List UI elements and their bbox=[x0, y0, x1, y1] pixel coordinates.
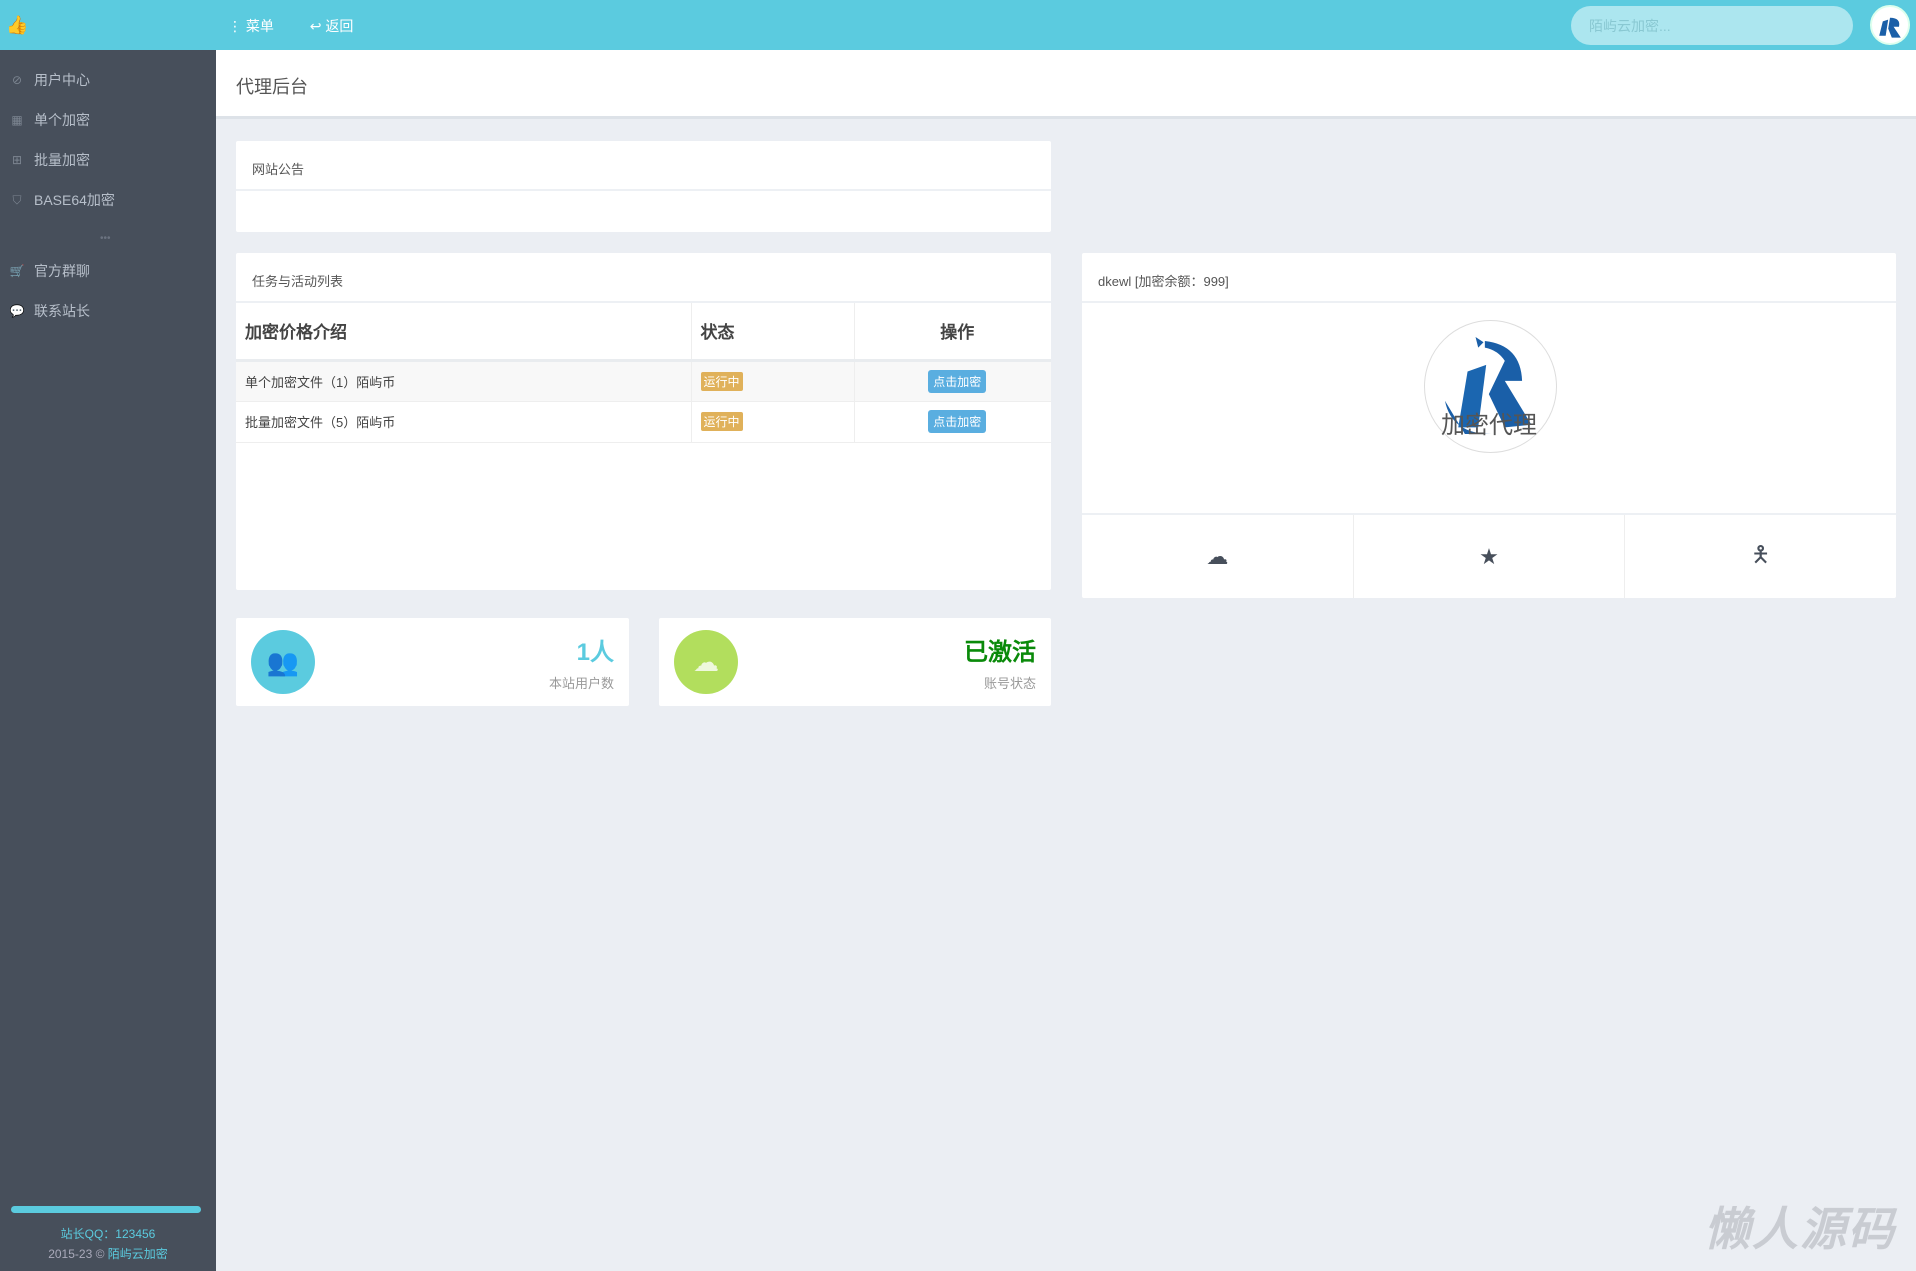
compass-icon: ⊘ bbox=[11, 73, 23, 87]
chat-icon: 💬 bbox=[9, 304, 25, 318]
thumbs-up-icon[interactable]: 👍 bbox=[6, 15, 28, 36]
column-header: 状态 bbox=[691, 303, 855, 362]
sidebar-item-label: 用户中心 bbox=[34, 72, 90, 88]
sidebar-item-base64[interactable]: ⛉ BASE64加密 bbox=[0, 182, 216, 218]
menu-label: 菜单 bbox=[245, 18, 274, 34]
price-table: 加密价格介绍 状态 操作 单个加密文件（1）陌屿币 运行中 点击加密 批量加密文… bbox=[236, 303, 1051, 443]
table-row: 单个加密文件（1）陌屿币 运行中 点击加密 bbox=[236, 360, 1051, 402]
sidebar-item-label: 官方群聊 bbox=[34, 263, 90, 279]
brand-link[interactable]: 陌屿云加密 bbox=[108, 1247, 168, 1261]
top-bar: 👍 ⋮ 菜单 ↩ 返回 bbox=[0, 0, 1916, 50]
grid-icon: ▦ bbox=[11, 113, 23, 127]
copyright: 2015-23 © 陌屿云加密 bbox=[0, 1245, 216, 1262]
encrypt-button[interactable]: 点击加密 bbox=[928, 369, 987, 393]
users-icon: 👥 bbox=[251, 630, 315, 694]
star-icon: ★ bbox=[1479, 543, 1499, 569]
row-name: 单个加密文件（1）陌屿币 bbox=[236, 360, 692, 402]
user-avatar[interactable] bbox=[1870, 5, 1910, 45]
account-status-value: 已激活 bbox=[964, 639, 1036, 666]
shield-icon: ⛉ bbox=[12, 192, 22, 207]
table-row: 批量加密文件（5）陌屿币 运行中 点击加密 bbox=[236, 401, 1051, 443]
back-button[interactable]: ↩ 返回 bbox=[310, 18, 370, 34]
search-input[interactable] bbox=[1571, 6, 1853, 45]
sidebar-divider: ••• bbox=[100, 233, 111, 244]
profile-panel: dkewl [加密余额：999] 加密代理 ☁ ★ 🯅 bbox=[1082, 253, 1896, 598]
copyright-text: 2015-23 © bbox=[48, 1247, 108, 1261]
profile-header: dkewl [加密余额：999] bbox=[1082, 253, 1896, 303]
page-title: 代理后台 bbox=[236, 77, 308, 97]
sidebar-item-contact[interactable]: 💬 联系站长 bbox=[0, 293, 216, 329]
cart-icon: 🛒 bbox=[9, 264, 25, 278]
sidebar-item-label: 批量加密 bbox=[34, 152, 90, 168]
sidebar-item-official-group[interactable]: 🛒 官方群聊 bbox=[0, 253, 216, 289]
sidebar-item-single-encrypt[interactable]: ▦ 单个加密 bbox=[0, 102, 216, 138]
tasks-title: 任务与活动列表 bbox=[236, 253, 1051, 303]
status-badge: 运行中 bbox=[700, 412, 743, 431]
sidebar-item-label: BASE64加密 bbox=[34, 192, 115, 208]
back-label: 返回 bbox=[325, 18, 354, 34]
tasks-panel: 任务与活动列表 加密价格介绍 状态 操作 单个加密文件（1）陌屿币 运行中 点击… bbox=[236, 253, 1051, 590]
encrypt-button[interactable]: 点击加密 bbox=[928, 410, 987, 433]
admin-qq: 站长QQ：123456 bbox=[60, 1227, 156, 1241]
menu-button[interactable]: ⋮ 菜单 bbox=[228, 18, 290, 34]
cloud-button[interactable]: ☁ bbox=[1082, 515, 1354, 598]
sidebar-item-label: 单个加密 bbox=[34, 112, 90, 128]
person-icon: 🯅 bbox=[1750, 541, 1771, 567]
cloud-icon: ☁ bbox=[674, 630, 738, 694]
profile-title: 加密代理 bbox=[1441, 412, 1537, 439]
plus-square-icon: ⊞ bbox=[11, 153, 23, 167]
account-status-card: ☁ 已激活 账号状态 bbox=[659, 618, 1051, 706]
page-header: 代理后台 bbox=[216, 50, 1916, 119]
sidebar-item-user-center[interactable]: ⊘ 用户中心 bbox=[0, 62, 216, 98]
notice-panel: 网站公告 bbox=[236, 141, 1051, 232]
person-button[interactable]: 🯅 bbox=[1625, 515, 1896, 598]
watermark: 懒人源码 bbox=[1704, 1203, 1896, 1255]
star-button[interactable]: ★ bbox=[1354, 515, 1626, 598]
sidebar: ⊘ 用户中心 ▦ 单个加密 ⊞ 批量加密 ⛉ BASE64加密 ••• 🛒 官方群聊 💬 联… bbox=[0, 50, 216, 1271]
user-count-card: 👥 1人 本站用户数 bbox=[236, 618, 629, 706]
account-status-label: 账号状态 bbox=[983, 676, 1036, 691]
status-badge: 运行中 bbox=[700, 371, 743, 391]
notice-title: 网站公告 bbox=[236, 141, 1051, 191]
cloud-icon: ☁ bbox=[1206, 543, 1229, 569]
user-count-label: 本站用户数 bbox=[548, 676, 614, 691]
column-header: 加密价格介绍 bbox=[236, 303, 692, 362]
user-count-value: 1人 bbox=[576, 639, 614, 666]
sidebar-progress-bar bbox=[11, 1206, 201, 1213]
sidebar-item-label: 联系站长 bbox=[34, 303, 90, 319]
column-header: 操作 bbox=[854, 303, 1051, 362]
row-name: 批量加密文件（5）陌屿币 bbox=[236, 401, 692, 443]
sidebar-item-batch-encrypt[interactable]: ⊞ 批量加密 bbox=[0, 142, 216, 178]
